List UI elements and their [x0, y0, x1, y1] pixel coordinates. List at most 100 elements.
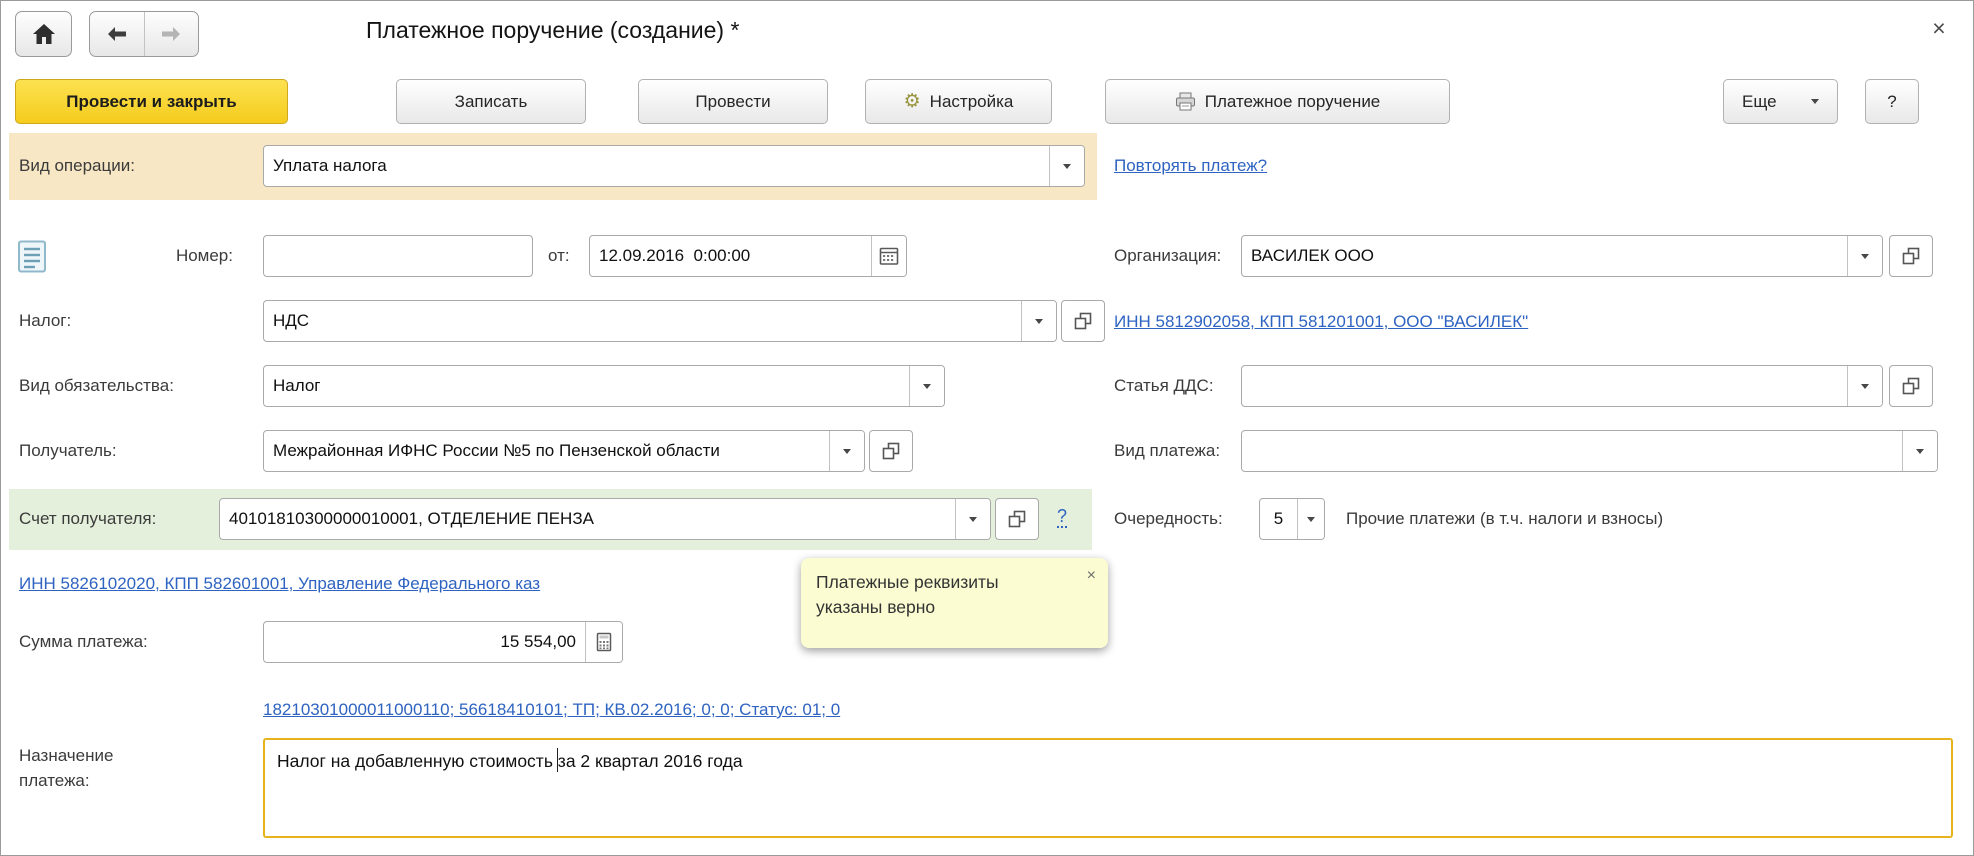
- dds-choose-button[interactable]: [1889, 365, 1933, 407]
- repeat-payment-link[interactable]: Повторять платеж?: [1114, 156, 1267, 176]
- amount-label: Сумма платежа:: [19, 621, 148, 663]
- back-arrow-icon: [106, 26, 128, 42]
- tooltip-close-icon[interactable]: ×: [1087, 568, 1096, 584]
- printer-icon: [1175, 92, 1196, 111]
- amount-input[interactable]: 15 554,00: [263, 621, 623, 663]
- chevron-down-icon: [923, 384, 931, 389]
- forward-button[interactable]: [144, 12, 199, 56]
- document-icon: [17, 240, 47, 273]
- dds-item-value: [1242, 366, 1847, 406]
- calendar-icon: [879, 246, 899, 266]
- post-and-close-button[interactable]: Провести и закрыть: [15, 79, 288, 124]
- account-check-help-link[interactable]: ?: [1057, 506, 1067, 528]
- priority-value: 5: [1260, 499, 1297, 539]
- payment-kind-label: Вид платежа:: [1114, 430, 1220, 472]
- purpose-label: Назначение платежа:: [19, 743, 164, 793]
- kbk-details-link[interactable]: 18210301000011000110; 56618410101; ТП; К…: [263, 700, 840, 720]
- settings-button[interactable]: ⚙ Настройка: [865, 79, 1052, 124]
- help-button[interactable]: ?: [1865, 79, 1919, 124]
- open-in-form-icon: [1008, 510, 1026, 528]
- more-label: Еще: [1742, 92, 1777, 112]
- obligation-type-label: Вид обязательства:: [19, 365, 174, 407]
- tax-value: НДС: [264, 301, 1021, 341]
- payment-kind-dropdown-button[interactable]: [1902, 431, 1937, 471]
- back-button[interactable]: [90, 12, 144, 56]
- gear-icon: ⚙: [904, 92, 921, 111]
- priority-field[interactable]: 5: [1259, 498, 1325, 540]
- date-label: от:: [548, 235, 570, 277]
- post-button[interactable]: Провести: [638, 79, 828, 124]
- save-label: Записать: [455, 92, 528, 112]
- tax-dropdown-button[interactable]: [1021, 301, 1056, 341]
- payment-kind-value: [1242, 431, 1902, 471]
- text-cursor: [557, 748, 558, 772]
- organization-dropdown-button[interactable]: [1847, 236, 1882, 276]
- operation-type-label: Вид операции:: [19, 145, 135, 187]
- priority-dropdown-button[interactable]: [1297, 499, 1324, 539]
- recipient-choose-button[interactable]: [869, 430, 913, 472]
- recipient-account-dropdown-button[interactable]: [955, 499, 990, 539]
- save-button[interactable]: Записать: [396, 79, 586, 124]
- chevron-down-icon: [1035, 319, 1043, 324]
- home-button[interactable]: [15, 11, 72, 57]
- post-label: Провести: [695, 92, 770, 112]
- dds-item-field[interactable]: [1241, 365, 1883, 407]
- home-icon: [32, 23, 56, 45]
- dds-dropdown-button[interactable]: [1847, 366, 1882, 406]
- organization-label: Организация:: [1114, 235, 1221, 277]
- calculator-button[interactable]: [585, 622, 622, 662]
- operation-type-value: Уплата налога: [264, 146, 1049, 186]
- print-payment-order-label: Платежное поручение: [1205, 92, 1381, 112]
- recipient-field[interactable]: Межрайонная ИФНС России №5 по Пензенской…: [263, 430, 865, 472]
- organization-field[interactable]: ВАСИЛЕК ООО: [1241, 235, 1883, 277]
- date-input[interactable]: 12.09.2016 0:00:00: [589, 235, 907, 277]
- amount-value: 15 554,00: [264, 622, 585, 662]
- open-in-form-icon: [1902, 377, 1920, 395]
- recipient-account-field[interactable]: 40101810300000010001, ОТДЕЛЕНИЕ ПЕНЗА: [219, 498, 991, 540]
- operation-type-dropdown-button[interactable]: [1049, 146, 1084, 186]
- more-button[interactable]: Еще: [1723, 79, 1838, 124]
- number-input[interactable]: [263, 235, 533, 277]
- number-label: Номер:: [101, 235, 233, 277]
- dds-item-label: Статья ДДС:: [1114, 365, 1214, 407]
- obligation-type-value: Налог: [264, 366, 909, 406]
- chevron-down-icon: [1811, 99, 1819, 104]
- open-in-form-icon: [882, 442, 900, 460]
- date-value: 12.09.2016 0:00:00: [590, 236, 871, 276]
- recipient-account-value: 40101810300000010001, ОТДЕЛЕНИЕ ПЕНЗА: [220, 499, 955, 539]
- chevron-down-icon: [969, 517, 977, 522]
- page-title: Платежное поручение (создание) *: [366, 17, 739, 44]
- payment-kind-field[interactable]: [1241, 430, 1938, 472]
- recipient-account-label: Счет получателя:: [19, 498, 156, 540]
- tax-field[interactable]: НДС: [263, 300, 1057, 342]
- purpose-textarea[interactable]: Налог на добавленную стоимость за 2 квар…: [263, 738, 1953, 838]
- priority-description: Прочие платежи (в т.ч. налоги и взносы): [1346, 498, 1663, 540]
- tax-label: Налог:: [19, 300, 71, 342]
- recipient-dropdown-button[interactable]: [829, 431, 864, 471]
- payment-order-window: Платежное поручение (создание) * × Прове…: [0, 0, 1974, 856]
- chevron-down-icon: [1307, 517, 1315, 522]
- close-icon[interactable]: ×: [1923, 13, 1955, 43]
- open-in-form-icon: [1902, 247, 1920, 265]
- recipient-value: Межрайонная ИФНС России №5 по Пензенской…: [264, 431, 829, 471]
- organization-details-link[interactable]: ИНН 5812902058, КПП 581201001, ООО "ВАСИ…: [1114, 312, 1528, 332]
- number-value: [264, 236, 532, 276]
- recipient-details-link[interactable]: ИНН 5826102020, КПП 582601001, Управлени…: [19, 574, 540, 594]
- calculator-icon: [596, 632, 612, 652]
- tooltip-text: Платежные реквизиты указаны верно: [816, 570, 1041, 620]
- obligation-dropdown-button[interactable]: [909, 366, 944, 406]
- calendar-button[interactable]: [871, 236, 906, 276]
- organization-choose-button[interactable]: [1889, 235, 1933, 277]
- obligation-type-field[interactable]: Налог: [263, 365, 945, 407]
- settings-label: Настройка: [930, 92, 1014, 112]
- payment-check-tooltip: Платежные реквизиты указаны верно ×: [801, 558, 1108, 648]
- chevron-down-icon: [1861, 384, 1869, 389]
- print-payment-order-button[interactable]: Платежное поручение: [1105, 79, 1450, 124]
- recipient-account-choose-button[interactable]: [995, 498, 1039, 540]
- tax-choose-button[interactable]: [1061, 300, 1105, 342]
- operation-type-field[interactable]: Уплата налога: [263, 145, 1085, 187]
- history-nav: [89, 11, 199, 57]
- chevron-down-icon: [843, 449, 851, 454]
- recipient-label: Получатель:: [19, 430, 117, 472]
- chevron-down-icon: [1861, 254, 1869, 259]
